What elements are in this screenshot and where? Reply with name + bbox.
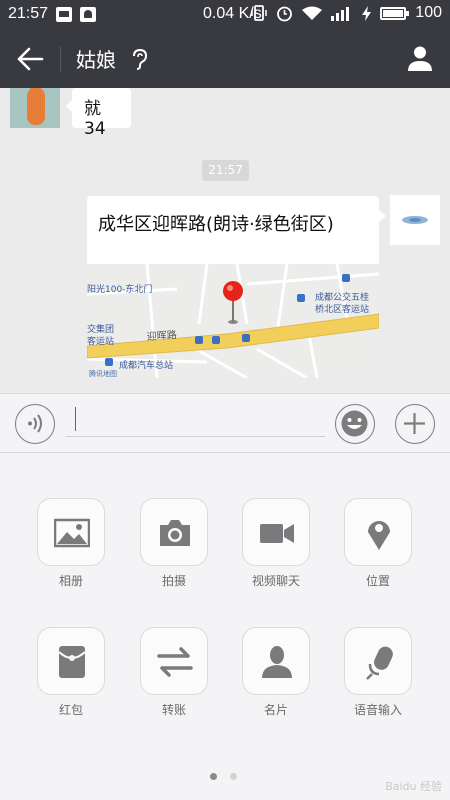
- battery-percent: 100: [415, 4, 442, 21]
- tool-label: 拍摄: [161, 574, 186, 588]
- tool-label: 转账: [161, 703, 186, 717]
- input-bar: [0, 393, 450, 453]
- image-icon[interactable]: [37, 498, 105, 566]
- plus-icon[interactable]: [395, 404, 435, 444]
- message-input[interactable]: [66, 404, 325, 437]
- bubble-tail: [379, 210, 386, 222]
- header-divider: [60, 46, 61, 72]
- contact-card-icon[interactable]: [242, 627, 310, 695]
- tool-label: 相册: [58, 574, 83, 588]
- page-indicator: [210, 773, 237, 780]
- microphone-icon[interactable]: [344, 627, 412, 695]
- smiley-icon[interactable]: [335, 404, 375, 444]
- text-caret: [75, 407, 76, 431]
- alarm-icon: [277, 6, 293, 21]
- ear-icon: [133, 48, 148, 70]
- map-thumbnail[interactable]: 阳光100-东北门 交集团 客运站 成都公交五桂 桥北区客运站 成都汽车总站 迎…: [87, 264, 379, 378]
- status-bar: 21:57 0.04 K/s 100: [0, 0, 450, 30]
- tool-label: 位置: [365, 574, 390, 588]
- incoming-message[interactable]: 就34: [66, 88, 131, 139]
- location-pin-icon[interactable]: [344, 498, 412, 566]
- bell-icon: [80, 7, 96, 22]
- map-label-coach: 成都汽车总站: [119, 359, 173, 371]
- carrot-image: [27, 88, 45, 125]
- more-tools-panel: 相册 拍摄 视频聊天 位置 红包 转账 名片 语音输入: [0, 453, 450, 800]
- map-label-bus: 成都公交五桂: [315, 291, 369, 303]
- location-message[interactable]: 成华区迎晖路(朗诗·绿色街区) 阳光100-东北门 交集团 客运站 成都公交五桂…: [87, 196, 379, 378]
- battery-fill: [383, 9, 404, 17]
- charging-icon: [362, 5, 372, 21]
- notification-icon: [56, 7, 72, 22]
- arrow-left-icon[interactable]: [16, 46, 44, 72]
- avatar-image: [402, 216, 428, 224]
- voice-wave-icon[interactable]: [15, 404, 55, 444]
- chat-header: 姑娘: [0, 30, 450, 88]
- tool-label: 语音输入: [353, 703, 402, 717]
- signal-icon: [331, 6, 350, 21]
- video-camera-icon[interactable]: [242, 498, 310, 566]
- contact-avatar[interactable]: [10, 88, 60, 128]
- status-time: 21:57: [8, 5, 49, 22]
- map-provider: 腾讯地图: [89, 369, 117, 378]
- wifi-icon: [302, 6, 323, 20]
- my-avatar[interactable]: [390, 195, 440, 245]
- tool-label: 红包: [58, 703, 83, 717]
- map-label-bus: 桥北区客运站: [315, 303, 369, 315]
- map-label-place: 阳光100-东北门: [87, 283, 152, 295]
- map-label-place: 客运站: [87, 335, 114, 347]
- location-title: 成华区迎晖路(朗诗·绿色街区): [98, 214, 334, 235]
- contact-name: 姑娘: [76, 48, 116, 72]
- page-dot-active: [210, 773, 217, 780]
- page-dot[interactable]: [230, 773, 237, 780]
- red-envelope-icon[interactable]: [37, 627, 105, 695]
- battery-icon: [380, 6, 410, 20]
- map-pin-icon: [223, 281, 243, 301]
- person-icon[interactable]: [406, 44, 434, 72]
- watermark: Baidu 经验: [385, 780, 442, 793]
- camera-icon[interactable]: [140, 498, 208, 566]
- vibrate-icon: [251, 5, 268, 21]
- message-list[interactable]: 就34 21:57 成华区迎晖路(朗诗·绿色街区) 阳光100-东北门 交集团 …: [0, 88, 450, 393]
- map-label-place: 交集团: [87, 323, 114, 335]
- tool-label: 名片: [263, 703, 288, 717]
- transfer-arrows-icon[interactable]: [140, 627, 208, 695]
- message-timestamp: 21:57: [202, 160, 249, 181]
- tool-label: 视频聊天: [251, 574, 300, 588]
